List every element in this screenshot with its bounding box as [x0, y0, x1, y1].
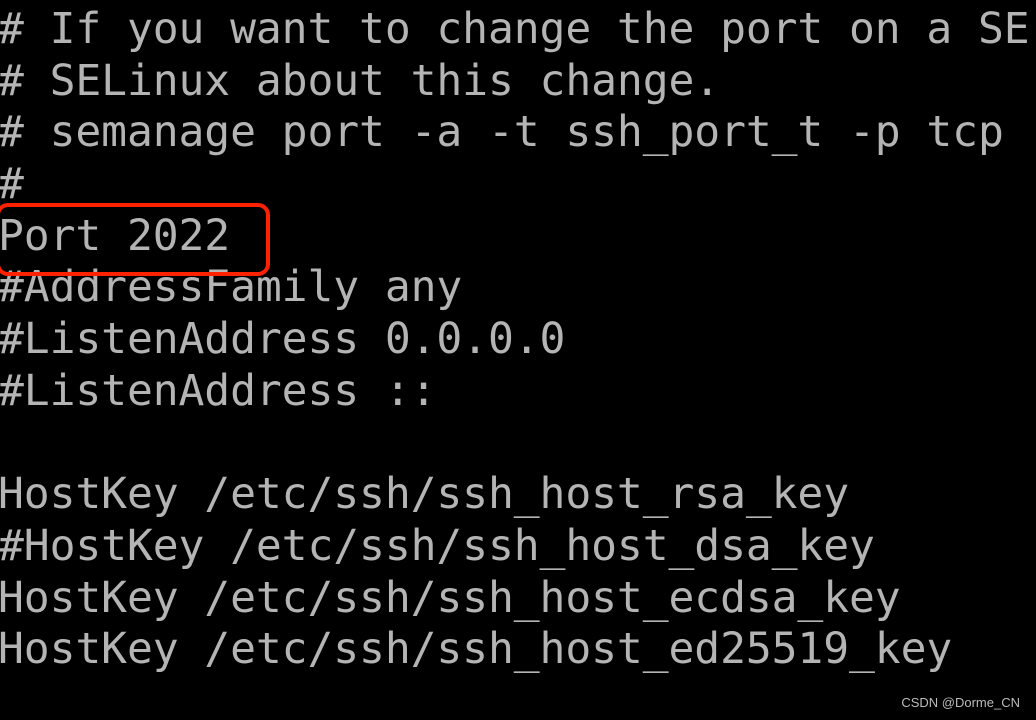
terminal-line: #ListenAddress 0.0.0.0 — [0, 314, 566, 365]
terminal-line: HostKey /etc/ssh/ssh_host_ecdsa_key — [0, 572, 901, 623]
terminal-output: # If you want to change the port on a SE… — [0, 4, 1030, 676]
terminal-line: # semanage port -a -t ssh_port_t -p tcp — [0, 107, 1004, 158]
terminal-line: HostKey /etc/ssh/ssh_host_rsa_key — [0, 469, 850, 520]
terminal-line: # If you want to change the port on a SE — [0, 4, 1030, 54]
highlight-box — [0, 203, 270, 276]
terminal-line: # SELinux about this change. — [0, 55, 721, 106]
terminal-line: #ListenAddress :: — [0, 365, 437, 416]
terminal-line: HostKey /etc/ssh/ssh_host_ed25519_key — [0, 624, 953, 675]
terminal-line: #HostKey /etc/ssh/ssh_host_dsa_key — [0, 520, 875, 571]
watermark: CSDN @Dorme_CN — [901, 695, 1020, 710]
